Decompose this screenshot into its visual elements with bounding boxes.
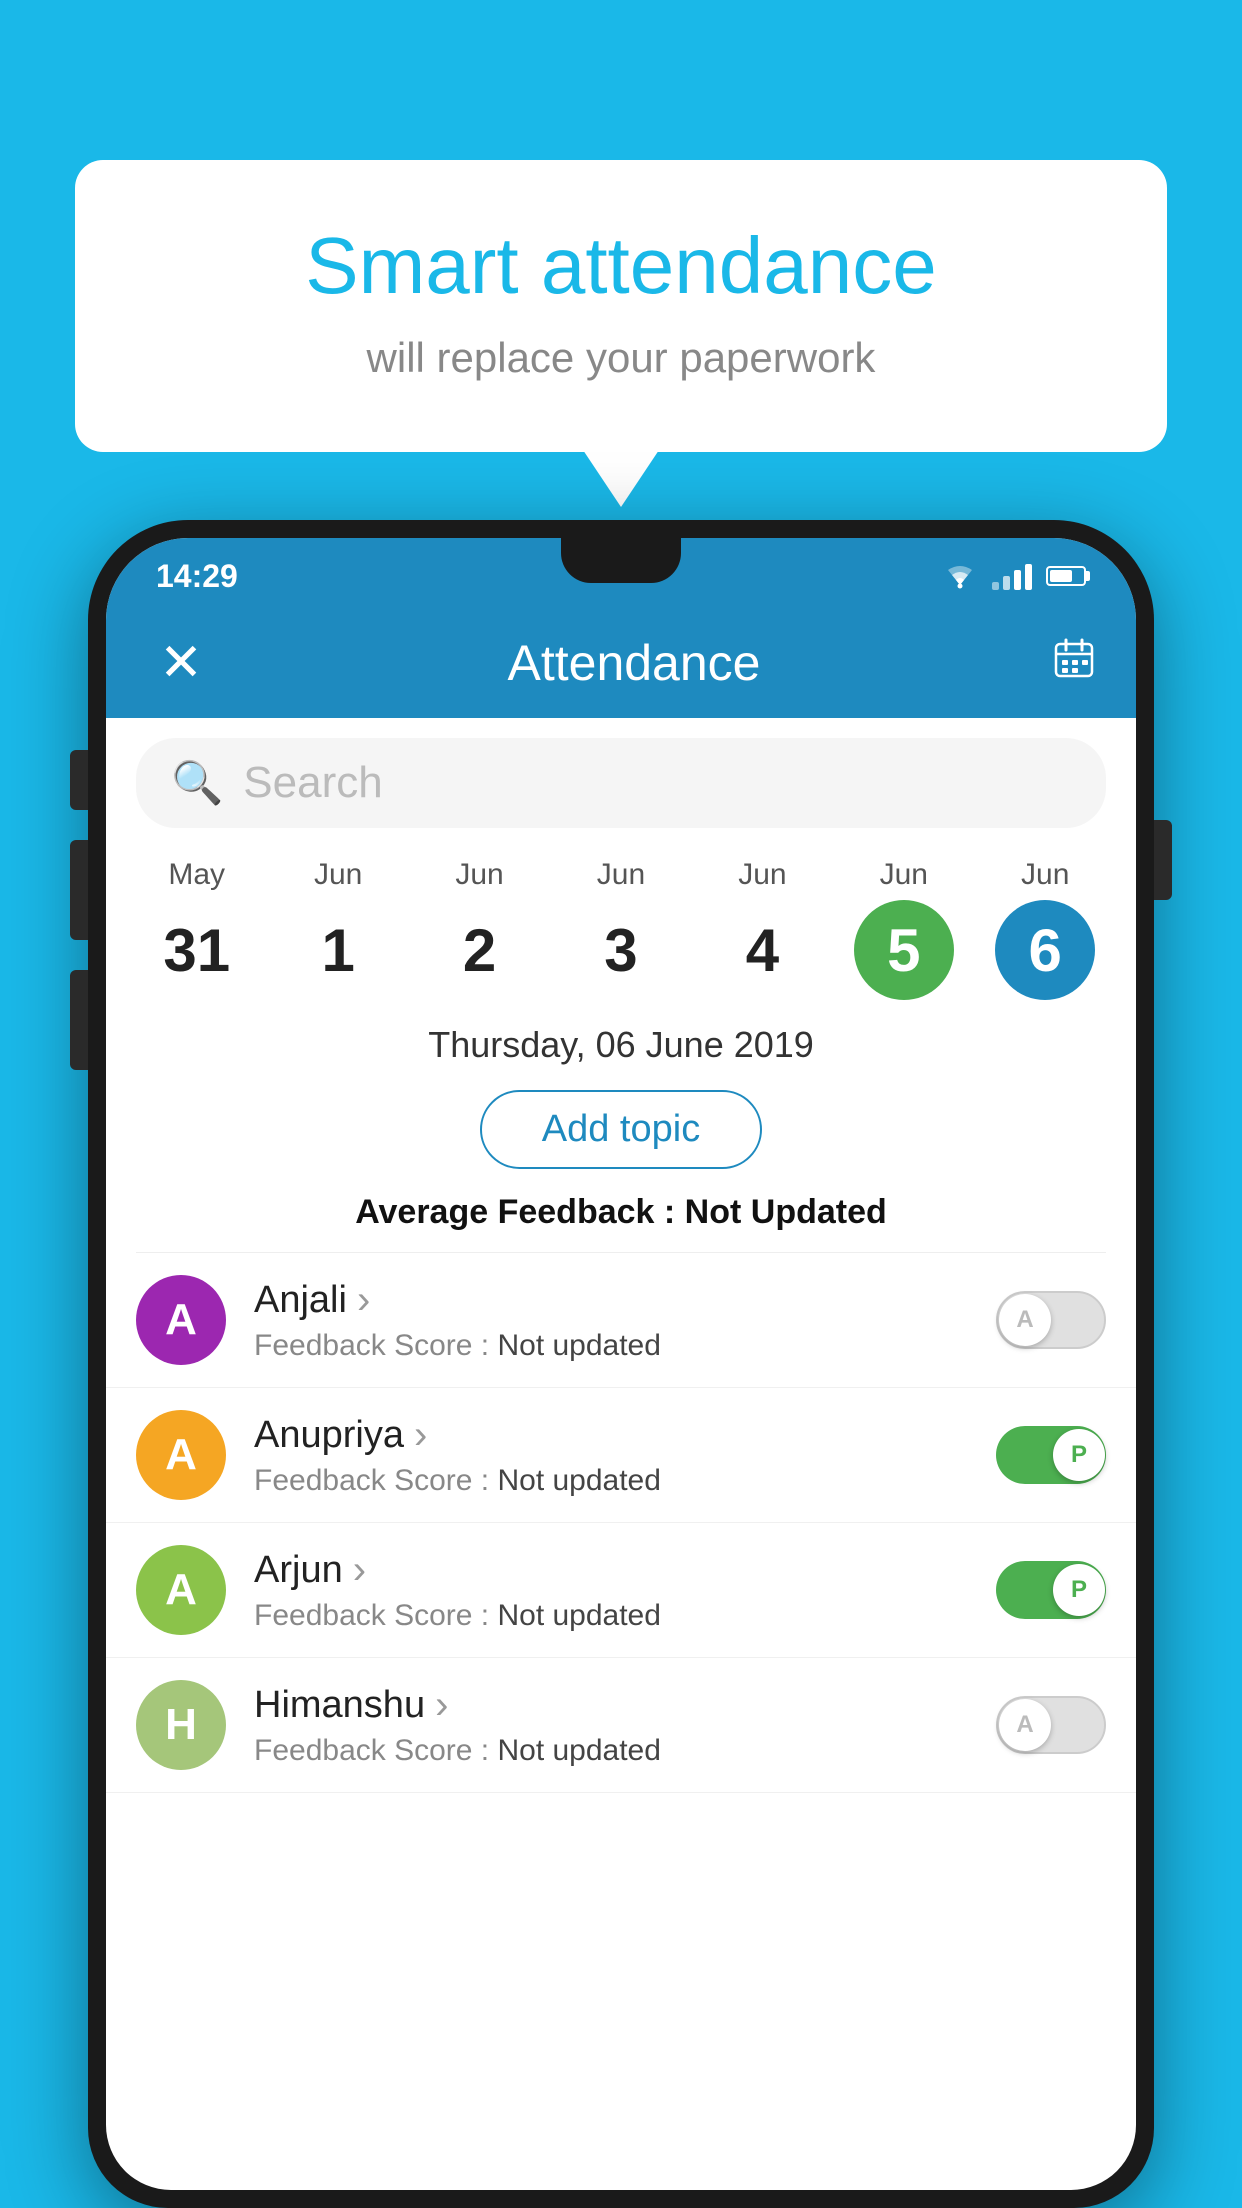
student-avatar-3: H xyxy=(136,1680,226,1770)
student-name-3[interactable]: Himanshu xyxy=(254,1683,968,1728)
toggle-knob-1: P xyxy=(1053,1429,1105,1481)
header-title: Attendance xyxy=(508,634,761,692)
cal-day-5[interactable]: Jun 5 xyxy=(839,858,969,1000)
cal-month-1: Jun xyxy=(314,858,362,892)
student-info-2: Arjun Feedback Score : Not updated xyxy=(254,1548,968,1633)
student-toggle-2[interactable]: P xyxy=(996,1561,1106,1619)
speech-bubble-wrapper: Smart attendance will replace your paper… xyxy=(75,160,1167,452)
cal-date-6: 6 xyxy=(995,900,1095,1000)
search-icon: 🔍 xyxy=(171,759,223,808)
toggle-knob-0: A xyxy=(999,1294,1051,1346)
calendar-icon[interactable] xyxy=(1052,636,1096,691)
phone-frame: 14:29 xyxy=(88,520,1154,2208)
student-avatar-1: A xyxy=(136,1410,226,1500)
cal-date-5: 5 xyxy=(854,900,954,1000)
student-row-3: H Himanshu Feedback Score : Not updated … xyxy=(106,1658,1136,1793)
search-bar[interactable]: 🔍 Search xyxy=(136,738,1106,828)
bubble-subtitle: will replace your paperwork xyxy=(155,334,1087,382)
cal-month-3: Jun xyxy=(597,858,645,892)
student-name-2[interactable]: Arjun xyxy=(254,1548,968,1593)
cal-day-2[interactable]: Jun 2 xyxy=(415,858,545,1000)
speech-bubble: Smart attendance will replace your paper… xyxy=(75,160,1167,452)
student-row-0: A Anjali Feedback Score : Not updated A xyxy=(106,1253,1136,1388)
avg-feedback: Average Feedback : Not Updated xyxy=(106,1193,1136,1232)
silent-button xyxy=(70,970,88,1070)
cal-day-4[interactable]: Jun 4 xyxy=(697,858,827,1000)
cal-date-2: 2 xyxy=(430,900,530,1000)
cal-date-4: 4 xyxy=(712,900,812,1000)
student-feedback-2: Feedback Score : Not updated xyxy=(254,1599,968,1633)
status-time: 14:29 xyxy=(156,552,238,595)
student-row-1: A Anupriya Feedback Score : Not updated … xyxy=(106,1388,1136,1523)
cal-day-0[interactable]: May 31 xyxy=(132,858,262,1000)
calendar-strip: May 31 Jun 1 Jun 2 Jun 3 Jun 4 Jun 5 xyxy=(106,848,1136,1000)
student-info-0: Anjali Feedback Score : Not updated xyxy=(254,1278,968,1363)
avg-feedback-label: Average Feedback : xyxy=(355,1193,675,1231)
status-icons xyxy=(942,556,1086,590)
student-info-1: Anupriya Feedback Score : Not updated xyxy=(254,1413,968,1498)
toggle-knob-2: P xyxy=(1053,1564,1105,1616)
cal-date-0: 31 xyxy=(147,900,247,1000)
student-feedback-0: Feedback Score : Not updated xyxy=(254,1329,968,1363)
student-toggle-0[interactable]: A xyxy=(996,1291,1106,1349)
power-button xyxy=(1154,820,1172,900)
phone-screen: 14:29 xyxy=(106,538,1136,2190)
phone-notch xyxy=(561,538,681,583)
student-info-3: Himanshu Feedback Score : Not updated xyxy=(254,1683,968,1768)
student-feedback-3: Feedback Score : Not updated xyxy=(254,1734,968,1768)
wifi-icon xyxy=(942,563,978,589)
app-header: ✕ Attendance xyxy=(106,608,1136,718)
add-topic-button[interactable]: Add topic xyxy=(480,1090,762,1169)
cal-day-3[interactable]: Jun 3 xyxy=(556,858,686,1000)
cal-date-1: 1 xyxy=(288,900,388,1000)
calendar-svg xyxy=(1052,636,1096,680)
student-toggle-1[interactable]: P xyxy=(996,1426,1106,1484)
volume-up-button xyxy=(70,750,88,810)
student-row-2: A Arjun Feedback Score : Not updated P xyxy=(106,1523,1136,1658)
student-toggle-3[interactable]: A xyxy=(996,1696,1106,1754)
cal-month-4: Jun xyxy=(738,858,786,892)
volume-down-button xyxy=(70,840,88,940)
bubble-title: Smart attendance xyxy=(155,220,1087,312)
cal-month-0: May xyxy=(168,858,225,892)
cal-date-3: 3 xyxy=(571,900,671,1000)
avg-feedback-value: Not Updated xyxy=(685,1193,887,1231)
signal-icon xyxy=(992,562,1032,590)
student-feedback-1: Feedback Score : Not updated xyxy=(254,1464,968,1498)
cal-day-6[interactable]: Jun 6 xyxy=(980,858,1110,1000)
cal-day-1[interactable]: Jun 1 xyxy=(273,858,403,1000)
student-avatar-2: A xyxy=(136,1545,226,1635)
cal-month-6: Jun xyxy=(1021,858,1069,892)
student-name-1[interactable]: Anupriya xyxy=(254,1413,968,1458)
selected-date: Thursday, 06 June 2019 xyxy=(106,1000,1136,1080)
cal-month-2: Jun xyxy=(455,858,503,892)
search-placeholder: Search xyxy=(243,758,382,808)
close-button[interactable]: ✕ xyxy=(146,633,216,693)
student-name-0[interactable]: Anjali xyxy=(254,1278,968,1323)
toggle-knob-3: A xyxy=(999,1699,1051,1751)
battery-icon xyxy=(1046,566,1086,586)
student-avatar-0: A xyxy=(136,1275,226,1365)
cal-month-5: Jun xyxy=(880,858,928,892)
